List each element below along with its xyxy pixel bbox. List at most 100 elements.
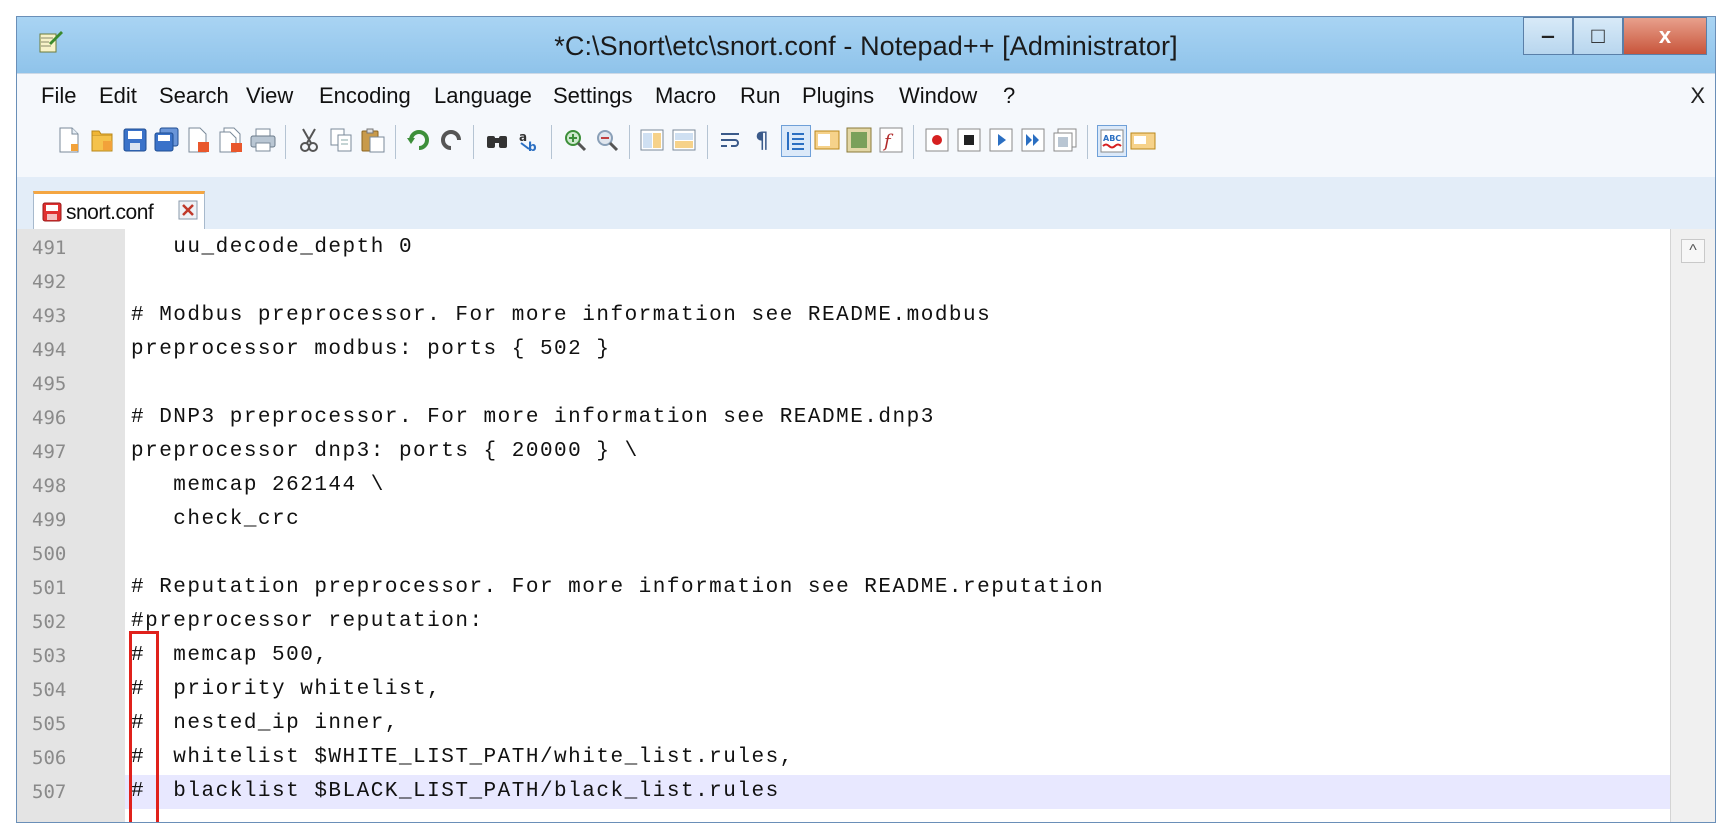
redo-icon[interactable] [437,125,465,155]
code-line[interactable]: 502 #preprocessor reputation: [17,605,1671,639]
code-line[interactable]: 504 # priority whitelist, [17,673,1671,707]
menu-macro[interactable]: Macro [655,83,716,109]
line-text[interactable]: preprocessor dnp3: ports { 20000 } \ [131,435,639,469]
menu-view[interactable]: View [246,83,293,109]
tab-close-icon[interactable] [178,200,198,220]
unsaved-file-icon [42,202,62,222]
code-line[interactable]: 503 # memcap 500, [17,639,1671,673]
menu-help[interactable]: ? [1003,83,1015,109]
code-line[interactable]: 491 uu_decode_depth 0 [17,231,1671,265]
menu-search[interactable]: Search [159,83,229,109]
record-macro-icon[interactable] [923,125,951,155]
line-text[interactable]: # blacklist $BLACK_LIST_PATH/black_list.… [131,775,780,809]
open-file-icon[interactable] [89,125,117,155]
line-number: 492 [32,271,67,293]
svg-text:¶: ¶ [755,129,769,153]
zoom-out-icon[interactable] [593,125,621,155]
scroll-up-button[interactable]: ^ [1681,239,1705,263]
minimize-button[interactable]: ‒ [1523,17,1573,55]
code-line[interactable]: 507 # blacklist $BLACK_LIST_PATH/black_li… [17,775,1671,809]
document-map-icon[interactable] [845,125,873,155]
menu-file[interactable]: File [41,83,76,109]
line-text[interactable]: check_crc [131,503,300,537]
save-macro-icon[interactable] [1051,125,1079,155]
line-number: 491 [32,237,67,259]
sync-vertical-icon[interactable] [639,125,667,155]
code-line[interactable]: 500 [17,537,1671,571]
window-title: *C:\Snort\etc\snort.conf - Notepad++ [Ad… [554,31,1178,61]
menu-window[interactable]: Window [899,83,977,109]
code-line[interactable]: 505 # nested_ip inner, [17,707,1671,741]
zoom-in-icon[interactable] [561,125,589,155]
menu-settings[interactable]: Settings [553,83,633,109]
title-bar[interactable]: *C:\Snort\etc\snort.conf - Notepad++ [Ad… [17,17,1715,73]
change-text-icon[interactable] [1129,125,1157,155]
menu-edit[interactable]: Edit [99,83,137,109]
menu-language[interactable]: Language [434,83,532,109]
line-number: 504 [32,679,67,701]
tab-label: snort.conf [66,201,154,224]
line-number: 494 [32,339,67,361]
line-text[interactable]: # Reputation preprocessor. For more info… [131,571,1104,605]
menu-encoding[interactable]: Encoding [319,83,411,109]
line-text[interactable]: # Modbus preprocessor. For more informat… [131,299,991,333]
maximize-button[interactable]: □ [1573,17,1623,55]
close-document-button[interactable]: X [1690,83,1705,109]
word-wrap-icon[interactable] [717,125,745,155]
code-line[interactable]: 498 memcap 262144 \ [17,469,1671,503]
run-macro-multiple-icon[interactable] [1019,125,1047,155]
tab-bar: snort.conf [17,177,1715,230]
line-text[interactable]: uu_decode_depth 0 [131,231,413,265]
code-line[interactable]: 499 check_crc [17,503,1671,537]
print-icon[interactable] [249,125,277,155]
line-number: 498 [32,475,67,497]
undo-icon[interactable] [405,125,433,155]
cut-icon[interactable] [295,125,323,155]
replace-icon[interactable]: ab [515,125,543,155]
new-file-icon[interactable] [55,125,83,155]
line-number: 501 [32,577,67,599]
line-text[interactable]: memcap 262144 \ [131,469,385,503]
line-text[interactable]: # memcap 500, [131,639,328,673]
line-text[interactable]: # nested_ip inner, [131,707,399,741]
close-window-button[interactable]: x [1623,17,1707,55]
line-text[interactable]: # priority whitelist, [131,673,441,707]
code-line[interactable]: 497 preprocessor dnp3: ports { 20000 } \ [17,435,1671,469]
line-number: 505 [32,713,67,735]
vertical-scrollbar[interactable]: ^ [1670,229,1715,822]
code-line[interactable]: 493 # Modbus preprocessor. For more infor… [17,299,1671,333]
line-number: 496 [32,407,67,429]
line-text[interactable]: # DNP3 preprocessor. For more informatio… [131,401,935,435]
code-line[interactable]: 496 # DNP3 preprocessor. For more informa… [17,401,1671,435]
show-all-characters-icon[interactable]: ¶ [749,125,777,155]
code-line[interactable]: 501 # Reputation preprocessor. For more i… [17,571,1671,605]
line-text[interactable]: #preprocessor reputation: [131,605,484,639]
menu-plugins[interactable]: Plugins [802,83,874,109]
code-editor[interactable]: 491 uu_decode_depth 0 492 493 # Modbus prep… [17,229,1715,822]
save-icon[interactable] [121,125,149,155]
spell-check-icon[interactable]: ABC [1097,125,1127,157]
indent-guide-icon[interactable] [781,125,811,157]
code-line[interactable]: 492 [17,265,1671,299]
code-line[interactable]: 495 [17,367,1671,401]
close-all-icon[interactable] [217,125,245,155]
code-line[interactable]: 506 # whitelist $WHITE_LIST_PATH/white_li… [17,741,1671,775]
function-list-icon[interactable]: f [877,125,905,155]
stop-recording-icon[interactable] [955,125,983,155]
line-text[interactable]: preprocessor modbus: ports { 502 } [131,333,610,367]
paste-icon[interactable] [359,125,387,155]
sync-horizontal-icon[interactable] [671,125,699,155]
menu-run[interactable]: Run [740,83,780,109]
svg-text:b: b [528,140,537,153]
copy-icon[interactable] [327,125,355,155]
code-line[interactable]: 494 preprocessor modbus: ports { 502 } [17,333,1671,367]
user-language-icon[interactable] [813,125,841,155]
play-macro-icon[interactable] [987,125,1015,155]
close-icon[interactable] [185,125,213,155]
line-number: 497 [32,441,67,463]
line-text[interactable]: # whitelist $WHITE_LIST_PATH/white_list.… [131,741,794,775]
find-icon[interactable] [483,125,511,155]
svg-text:a: a [519,130,527,144]
save-all-icon[interactable] [153,125,181,155]
tab-snort-conf[interactable]: snort.conf [33,191,205,229]
